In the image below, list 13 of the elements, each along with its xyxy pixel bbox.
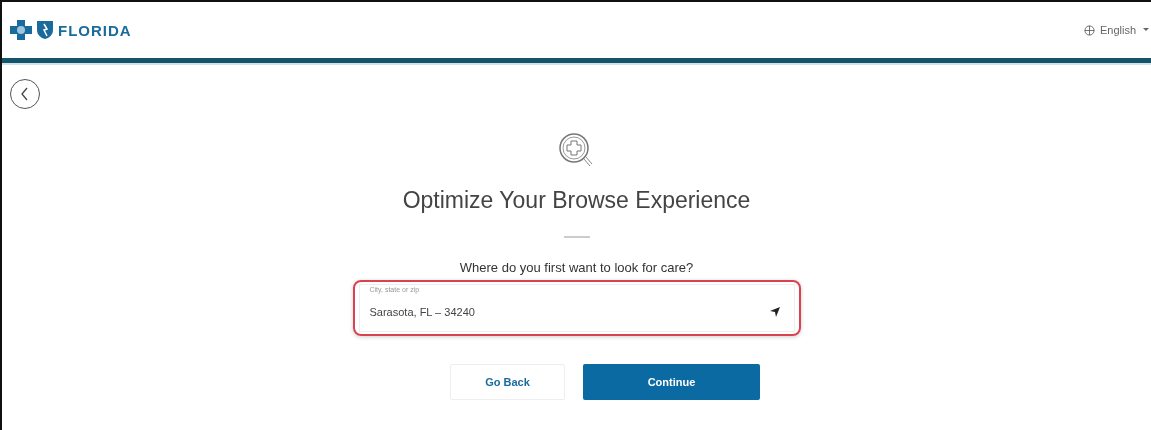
chevron-left-icon bbox=[20, 87, 30, 101]
go-back-button[interactable]: Go Back bbox=[450, 364, 565, 400]
globe-icon bbox=[1083, 24, 1095, 36]
continue-button[interactable]: Continue bbox=[583, 364, 760, 400]
back-button[interactable] bbox=[10, 79, 40, 109]
brand-name: FLORIDA bbox=[58, 21, 132, 39]
question-text: Where do you first want to look for care? bbox=[459, 260, 694, 275]
location-arrow-icon[interactable] bbox=[769, 307, 780, 317]
page-title: Optimize Your Browse Experience bbox=[402, 187, 751, 214]
shield-logo-icon bbox=[36, 20, 54, 40]
caret-down-icon bbox=[1141, 27, 1151, 33]
language-selector[interactable]: English bbox=[1083, 24, 1151, 36]
cross-logo-icon bbox=[10, 20, 32, 40]
